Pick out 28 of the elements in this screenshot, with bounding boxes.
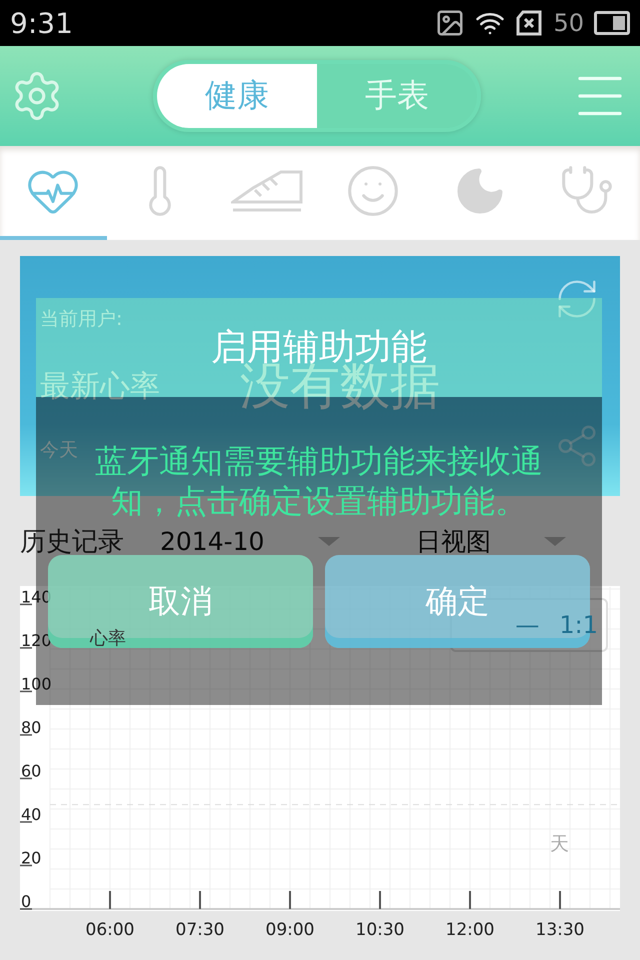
battery-icon (594, 11, 630, 35)
segment-tab[interactable]: 手表 (317, 64, 477, 128)
today-label: 今天 (40, 438, 78, 462)
status-time: 9:31 (10, 6, 73, 40)
current-user-label: 当前用户: (40, 307, 122, 332)
x-axis-label: 06:00 (86, 920, 134, 940)
y-axis-label: 40 (21, 804, 42, 824)
y-axis-label: 20 (21, 848, 42, 868)
view-dropdown[interactable]: 日视图 (416, 524, 566, 558)
battery-percent: 50 (553, 9, 584, 37)
x-axis-label: 10:30 (356, 920, 404, 940)
chart-title: 心率 (90, 627, 126, 650)
x-axis-label: 13:30 (536, 920, 584, 940)
chart-annotation: 天 (550, 833, 569, 855)
month-dropdown[interactable]: 2014-10 (160, 526, 340, 556)
x-axis-label: 12:00 (446, 920, 494, 940)
image-icon (435, 8, 466, 38)
shoe-icon (230, 168, 303, 214)
zoom-button[interactable]: — (515, 611, 540, 639)
y-axis-label: 0 (21, 892, 32, 911)
sim-card-x-icon (515, 10, 544, 36)
x-axis-label: 09:00 (266, 920, 314, 940)
segment-tab[interactable]: 健康 (157, 64, 317, 128)
y-axis-label: 60 (21, 761, 42, 780)
x-axis-label: 07:30 (176, 920, 224, 940)
y-axis-label: 80 (21, 718, 42, 737)
latest-heart-rate-label: 最新心率 (40, 368, 160, 406)
dialog-message: 蓝牙通知需要辅助功能来接收通知，点击确定设置辅助功能。 (94, 441, 544, 521)
